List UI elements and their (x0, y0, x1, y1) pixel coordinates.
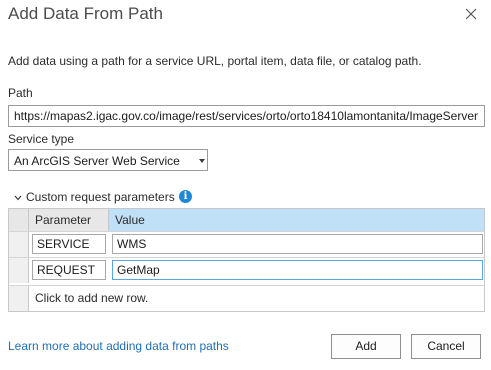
row-selector (9, 286, 29, 311)
table-row: SERVICE WMS (9, 231, 484, 257)
learn-more-link[interactable]: Learn more about adding data from paths (8, 339, 229, 353)
custom-params-label: Custom request parameters (26, 190, 175, 204)
path-input-value: https://mapas2.igac.gov.co/image/rest/se… (14, 109, 479, 123)
parameter-cell[interactable]: REQUEST (32, 260, 106, 280)
parameter-cell[interactable]: SERVICE (32, 234, 106, 254)
path-label: Path (8, 86, 33, 100)
row-selector[interactable] (9, 258, 29, 283)
dialog-description: Add data using a path for a service URL,… (8, 54, 422, 68)
add-row[interactable]: Click to add new row. (9, 285, 484, 311)
column-header-parameter[interactable]: Parameter (29, 209, 109, 231)
cancel-button[interactable]: Cancel (411, 334, 481, 359)
add-row-text[interactable]: Click to add new row. (35, 291, 148, 305)
close-button[interactable] (462, 5, 480, 23)
service-type-value: An ArcGIS Server Web Service (14, 154, 180, 168)
value-cell[interactable]: WMS (112, 234, 483, 254)
close-icon (465, 8, 477, 20)
value-cell[interactable]: GetMap (112, 260, 483, 280)
row-header-corner (9, 209, 29, 231)
dropdown-caret-icon (199, 159, 205, 163)
service-type-label: Service type (8, 132, 75, 146)
custom-params-grid: Parameter Value SERVICE WMS REQUEST GetM… (8, 208, 485, 312)
chevron-down-icon (14, 195, 22, 201)
table-row: REQUEST GetMap (9, 257, 484, 283)
add-button[interactable]: Add (331, 334, 401, 359)
row-selector[interactable] (9, 232, 29, 257)
path-input[interactable]: https://mapas2.igac.gov.co/image/rest/se… (8, 105, 485, 127)
grid-header: Parameter Value (9, 209, 484, 231)
dialog-title: Add Data From Path (8, 4, 163, 23)
column-header-value[interactable]: Value (109, 209, 484, 231)
service-type-select[interactable]: An ArcGIS Server Web Service (8, 149, 208, 171)
info-icon[interactable]: i (179, 190, 192, 203)
add-data-from-path-dialog: Add Data From Path Add data using a path… (0, 0, 491, 370)
